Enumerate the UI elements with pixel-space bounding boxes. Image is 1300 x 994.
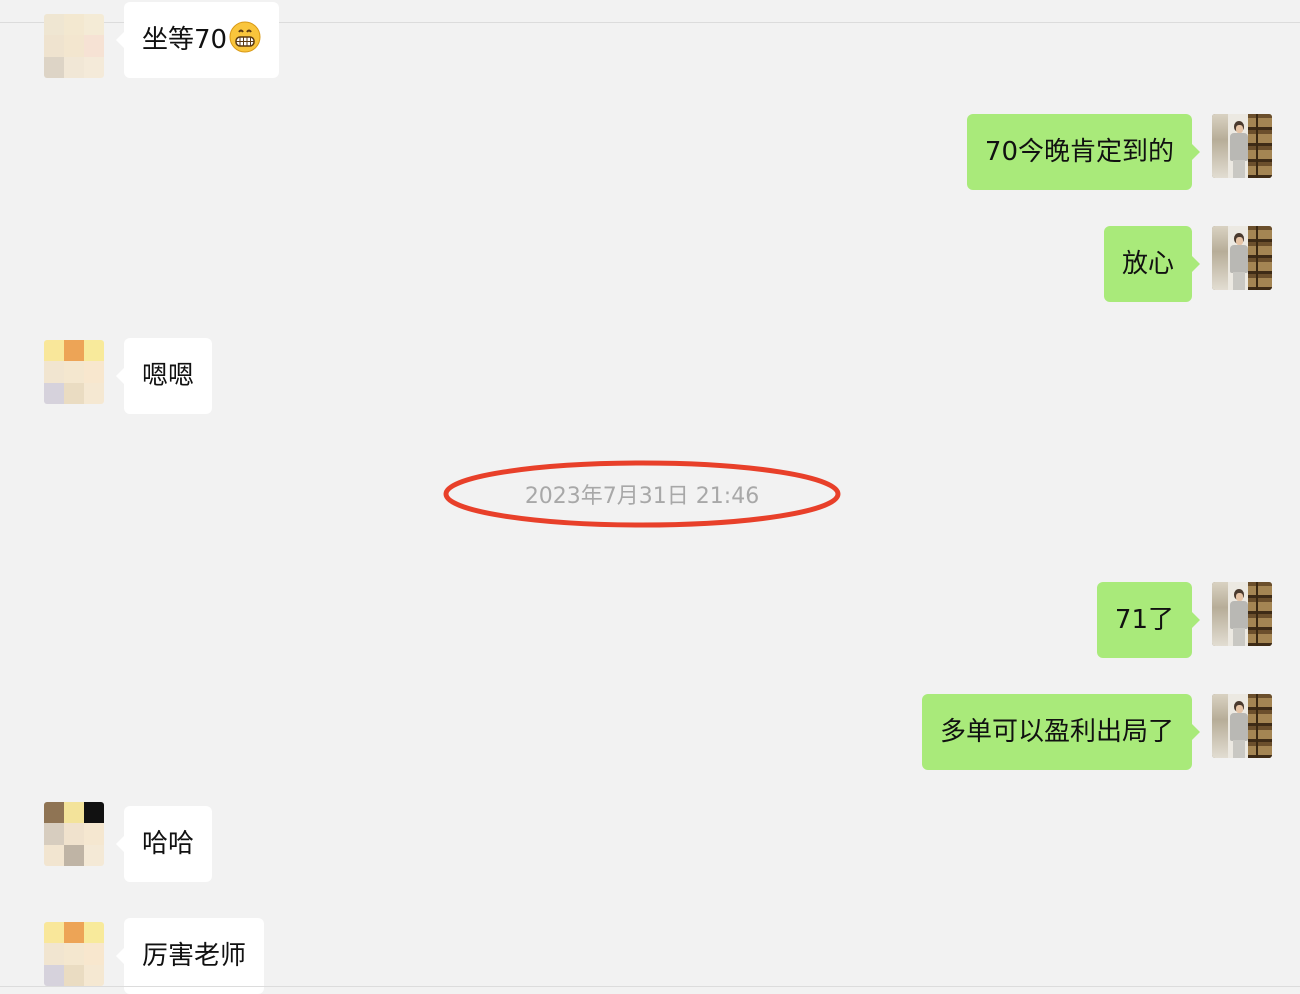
message-text: 70今晚肯定到的 (984, 137, 1174, 167)
message-bubble[interactable]: 哈哈 (115, 806, 213, 882)
message-bubble[interactable]: 厉害老师 (115, 918, 265, 994)
chat-window[interactable]: 坐等70 70今晚肯定到的 放心 嗯嗯 2023年7月31日 21:46 71了… (0, 0, 1300, 994)
message-bubble[interactable]: 嗯嗯 (115, 338, 213, 414)
message-text: 厉害老师 (142, 941, 247, 971)
message-text: 71了 (1114, 605, 1174, 635)
message-text: 放心 (1121, 249, 1174, 279)
message-text: 哈哈 (142, 829, 195, 859)
contact-avatar[interactable] (44, 14, 104, 78)
message-text: 坐等70 (142, 25, 228, 55)
message-bubble[interactable]: 坐等70 (115, 2, 280, 78)
message-bubble[interactable]: 放心 (1103, 226, 1201, 302)
message-text: 多单可以盈利出局了 (939, 717, 1174, 747)
message-bubble[interactable]: 多单可以盈利出局了 (921, 694, 1201, 770)
contact-avatar[interactable] (44, 340, 104, 404)
message-timestamp: 2023年7月31日 21:46 (524, 484, 760, 509)
user-avatar[interactable] (1212, 114, 1272, 178)
contact-avatar[interactable] (44, 922, 104, 986)
grinning-face-icon (229, 7, 261, 53)
message-text: 嗯嗯 (142, 361, 195, 391)
user-avatar[interactable] (1212, 694, 1272, 758)
message-bubble[interactable]: 71了 (1096, 582, 1201, 658)
user-avatar[interactable] (1212, 582, 1272, 646)
message-bubble[interactable]: 70今晚肯定到的 (966, 114, 1201, 190)
user-avatar[interactable] (1212, 226, 1272, 290)
bottom-divider (0, 986, 1300, 987)
contact-avatar[interactable] (44, 802, 104, 866)
